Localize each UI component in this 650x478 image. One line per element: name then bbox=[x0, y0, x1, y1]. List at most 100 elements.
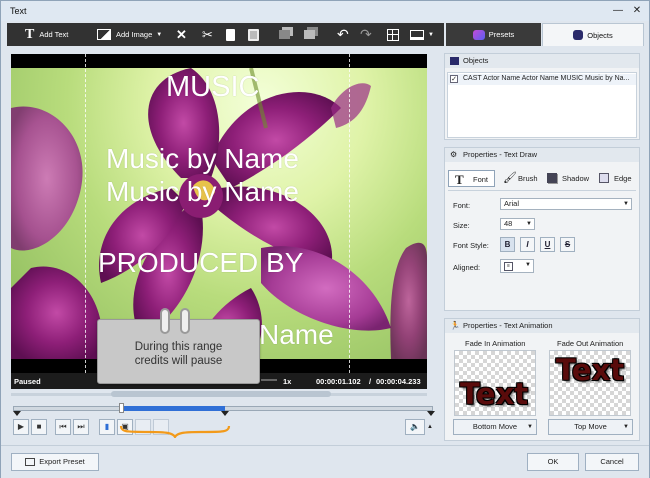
text-draw-panel-title: Properties - Text Draw bbox=[463, 150, 538, 159]
pause-range-bar[interactable] bbox=[121, 406, 225, 411]
chevron-down-icon[interactable]: ▼ bbox=[428, 32, 434, 38]
fade-out-select[interactable]: Top Move ▼ bbox=[548, 419, 633, 435]
pause-end-marker[interactable] bbox=[221, 411, 229, 416]
speed-slider[interactable] bbox=[261, 379, 277, 381]
italic-button[interactable]: I bbox=[520, 237, 535, 252]
pause-range-button[interactable]: ▮ bbox=[99, 419, 115, 435]
playback-controls: ▶ ■ ⏮ ⏭ ▮ ▣ 🔈 ▲ bbox=[11, 418, 435, 438]
strikethrough-button[interactable]: S bbox=[560, 237, 575, 252]
objects-icon bbox=[573, 30, 584, 40]
ok-button[interactable]: OK bbox=[527, 453, 579, 471]
cancel-button[interactable]: Cancel bbox=[585, 453, 639, 471]
grid-button[interactable] bbox=[387, 23, 399, 46]
grid-icon bbox=[387, 28, 399, 41]
send-backward-button[interactable] bbox=[304, 23, 315, 46]
tab-objects[interactable]: Objects bbox=[542, 23, 644, 46]
add-text-button[interactable]: T Add Text bbox=[25, 23, 68, 46]
cut-button[interactable]: ✂ bbox=[202, 23, 213, 46]
total-time: 00:00:04.233 bbox=[376, 377, 421, 386]
tooltip-line: credits will pause bbox=[134, 355, 223, 367]
highlight-bracket bbox=[119, 425, 231, 438]
size-label: Size: bbox=[453, 221, 470, 230]
cut-icon: ✂ bbox=[202, 27, 213, 42]
paste-button[interactable] bbox=[248, 23, 259, 46]
scrollbar-thumb[interactable] bbox=[111, 391, 331, 397]
bold-button[interactable]: B bbox=[500, 237, 515, 252]
next-button[interactable]: ⏭ bbox=[73, 419, 89, 435]
paste-icon bbox=[248, 28, 259, 41]
bring-forward-icon bbox=[279, 30, 290, 39]
toolbar: T Add Text Add Image ▼ ✕ ✂ ↶ ↷ ▼ bbox=[7, 23, 444, 46]
add-image-button[interactable]: Add Image ▼ bbox=[97, 23, 162, 46]
tab-brush[interactable]: 🖌 Brush bbox=[500, 170, 540, 187]
font-value: Arial bbox=[504, 199, 520, 208]
chevron-up-icon[interactable]: ▲ bbox=[427, 424, 433, 430]
playhead[interactable] bbox=[119, 403, 124, 413]
preview-scrollbar[interactable] bbox=[11, 390, 427, 399]
tab-presets[interactable]: Presets bbox=[446, 23, 541, 46]
export-icon bbox=[25, 458, 36, 467]
volume-button[interactable]: 🔈 bbox=[405, 419, 425, 435]
credits-line[interactable]: Music by Name bbox=[106, 143, 299, 175]
monitor-icon bbox=[410, 29, 424, 40]
close-icon[interactable]: ✕ bbox=[630, 4, 644, 18]
fade-in-select[interactable]: Bottom Move ▼ bbox=[453, 419, 537, 435]
redo-button[interactable]: ↷ bbox=[360, 23, 372, 46]
divider bbox=[448, 190, 636, 191]
delete-icon: ✕ bbox=[176, 27, 187, 42]
chevron-down-icon: ▼ bbox=[526, 221, 532, 227]
fade-in-preview[interactable]: Text bbox=[454, 350, 536, 416]
text-draw-panel: ⚙ Properties - Text Draw T Font 🖌 Brush … bbox=[444, 147, 640, 311]
tab-font[interactable]: T Font bbox=[448, 170, 495, 187]
credits-line[interactable]: Music by Name bbox=[106, 176, 299, 208]
font-style-label: Font Style: bbox=[453, 241, 489, 250]
delete-button[interactable]: ✕ bbox=[176, 23, 187, 46]
playback-status: Paused bbox=[14, 377, 41, 386]
font-label: Font: bbox=[453, 201, 471, 210]
end-marker[interactable] bbox=[427, 411, 435, 416]
object-label: CAST Actor Name Actor Name MUSIC Music b… bbox=[463, 75, 630, 82]
orchid-background-image bbox=[11, 68, 427, 359]
credits-line[interactable]: PRODUCED BY bbox=[98, 247, 303, 279]
undo-icon: ↶ bbox=[337, 26, 349, 42]
undo-button[interactable]: ↶ bbox=[337, 23, 349, 46]
play-button[interactable]: ▶ bbox=[13, 419, 29, 435]
objects-panel-title: Objects bbox=[463, 56, 489, 65]
running-man-icon: 🏃 bbox=[450, 321, 460, 330]
stop-button[interactable]: ■ bbox=[31, 419, 47, 435]
tab-objects-label: Objects bbox=[587, 30, 613, 40]
copy-button[interactable] bbox=[226, 23, 235, 46]
previous-button[interactable]: ⏮ bbox=[55, 419, 71, 435]
tab-edge-label: Edge bbox=[614, 174, 632, 183]
chevron-down-icon[interactable]: ▼ bbox=[156, 32, 162, 38]
bring-forward-button[interactable] bbox=[279, 23, 290, 46]
size-select[interactable]: 48 ▼ bbox=[500, 218, 535, 230]
list-item[interactable]: ✓ CAST Actor Name Actor Name MUSIC Music… bbox=[448, 74, 636, 85]
edge-icon bbox=[599, 173, 609, 183]
text-animation-panel: 🏃 Properties - Text Animation Fade In An… bbox=[444, 318, 640, 441]
align-select[interactable]: ≡ ▼ bbox=[500, 259, 534, 273]
object-checkbox[interactable]: ✓ bbox=[450, 75, 458, 83]
font-select[interactable]: Arial ▼ bbox=[500, 198, 632, 210]
pause-range-tooltip: During this range credits will pause bbox=[97, 308, 260, 384]
timeline[interactable] bbox=[11, 403, 435, 417]
paper-clip-icon bbox=[160, 308, 170, 334]
underline-button[interactable]: U bbox=[540, 237, 555, 252]
safe-area-guide-right bbox=[349, 54, 350, 373]
redo-icon: ↷ bbox=[360, 26, 372, 42]
monitor-button[interactable]: ▼ bbox=[410, 23, 434, 46]
window-title: Text bbox=[10, 6, 27, 16]
tab-edge[interactable]: Edge bbox=[597, 170, 637, 187]
fade-out-preview[interactable]: Text bbox=[549, 350, 631, 416]
minimize-icon[interactable]: — bbox=[611, 4, 625, 18]
time-separator: / bbox=[369, 377, 372, 386]
fade-out-preview-text: Text bbox=[556, 353, 625, 387]
align-center-icon: ≡ bbox=[504, 262, 513, 271]
export-preset-button[interactable]: Export Preset bbox=[11, 453, 99, 471]
credits-line[interactable]: Name bbox=[259, 319, 334, 351]
paper-clip-icon bbox=[180, 308, 190, 334]
size-value: 48 bbox=[504, 219, 513, 228]
start-marker[interactable] bbox=[13, 411, 21, 416]
tab-shadow[interactable]: Shadow bbox=[544, 170, 590, 187]
credits-line[interactable]: MUSIC bbox=[166, 71, 259, 104]
